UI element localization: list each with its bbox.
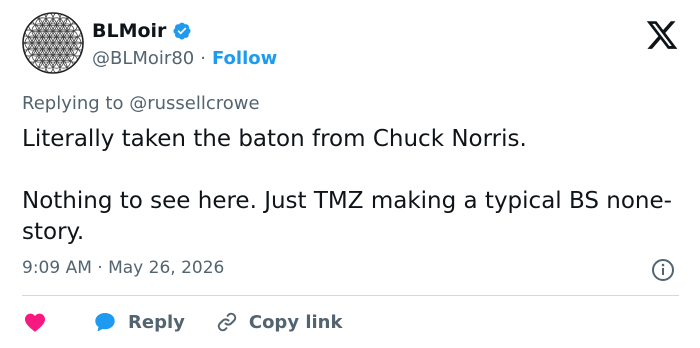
author-handle-row: @BLMoir80 · Follow bbox=[92, 48, 277, 69]
follow-button[interactable]: Follow bbox=[212, 48, 277, 69]
replying-prefix: Replying to bbox=[22, 93, 124, 114]
x-logo-icon[interactable] bbox=[645, 18, 679, 52]
reply-button[interactable]: Reply bbox=[92, 310, 185, 334]
like-button[interactable] bbox=[22, 310, 48, 334]
copy-link-label: Copy link bbox=[248, 311, 343, 333]
link-icon bbox=[217, 312, 236, 332]
reply-label: Reply bbox=[128, 311, 185, 333]
info-icon[interactable] bbox=[651, 258, 675, 282]
tweet-text: Literally taken the baton from Chuck Nor… bbox=[22, 126, 672, 245]
author-display-name[interactable]: BLMoir bbox=[92, 20, 166, 42]
avatar[interactable] bbox=[22, 12, 84, 74]
divider bbox=[22, 295, 679, 296]
reply-mention-link[interactable]: @russellcrowe bbox=[129, 93, 259, 114]
flower-of-life-pattern bbox=[22, 12, 84, 74]
heart-icon bbox=[25, 313, 45, 332]
verified-badge-icon bbox=[173, 22, 191, 40]
tweet-timestamp[interactable]: 9:09 AM · May 26, 2026 bbox=[22, 258, 224, 278]
author-handle[interactable]: @BLMoir80 bbox=[92, 48, 194, 69]
copy-link-button[interactable]: Copy link bbox=[215, 310, 343, 334]
replying-to-line: Replying to @russellcrowe bbox=[22, 93, 260, 114]
author-name-row: BLMoir bbox=[92, 20, 192, 42]
speech-bubble-icon bbox=[95, 313, 115, 332]
separator-dot: · bbox=[200, 48, 206, 69]
tweet-actions-bar: Reply Copy link bbox=[22, 308, 342, 336]
